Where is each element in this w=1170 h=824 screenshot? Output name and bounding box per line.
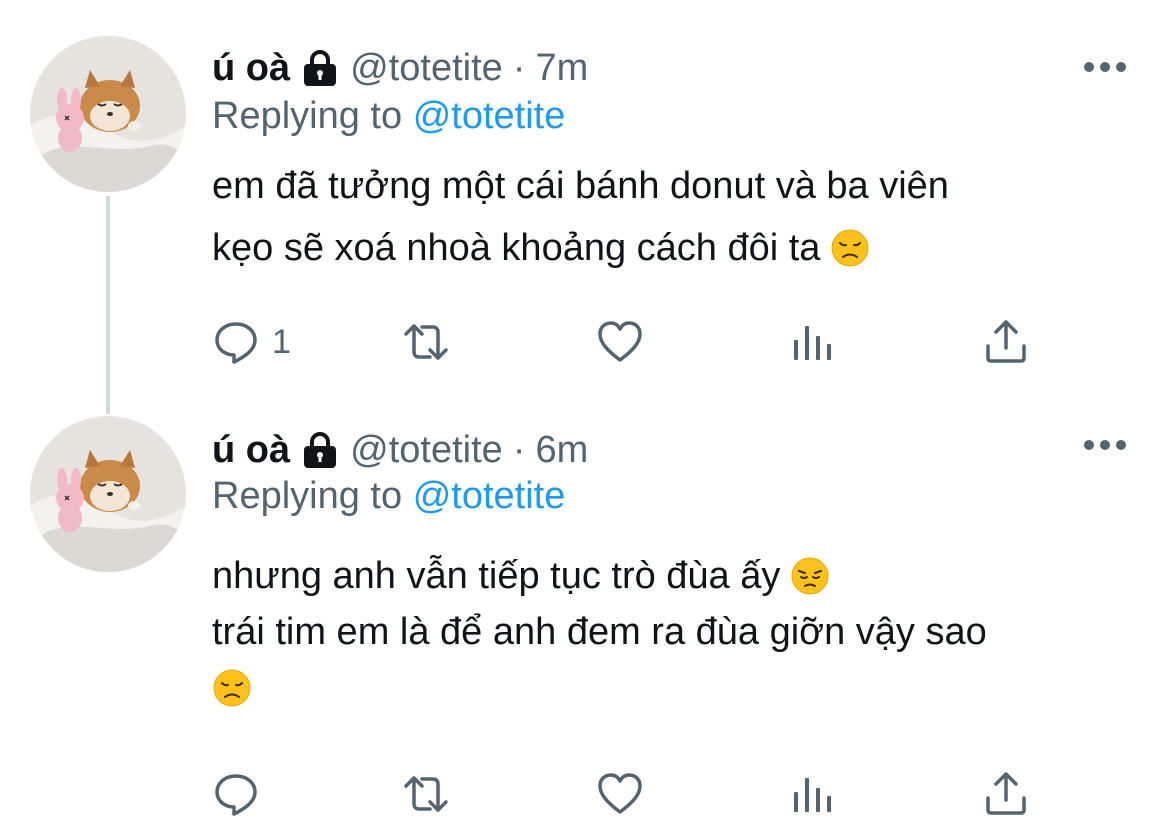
disappointed-face-emoji-icon: [830, 228, 870, 268]
reply-icon: [215, 774, 257, 816]
retweet-button[interactable]: [402, 318, 450, 366]
analytics-button[interactable]: [788, 770, 836, 818]
share-button[interactable]: [982, 770, 1030, 818]
retweet-icon: [404, 324, 448, 360]
replying-mention-link[interactable]: @totetite: [413, 95, 566, 137]
lock-icon: [304, 432, 337, 468]
user-handle[interactable]: @totetite: [350, 429, 503, 472]
heart-icon: [598, 321, 642, 362]
action-bar: 1: [212, 318, 1052, 368]
tweet-text-line: trái tim em là để anh đem ra đùa giỡn vậ…: [212, 611, 987, 653]
analytics-icon: [794, 778, 831, 812]
separator-dot: ·: [512, 46, 526, 89]
tweet-text-line: nhưng anh vẫn tiếp tục trò đùa ấy: [212, 555, 781, 597]
separator-dot: ·: [512, 428, 526, 471]
tweet-header: ú oà @totetite · 7m: [212, 44, 588, 92]
tweet-text-line-with-emoji: kẹo sẽ xoá nhoà khoảng cách đôi ta: [212, 217, 1142, 279]
analytics-button[interactable]: [788, 318, 836, 366]
replying-mention-link[interactable]: @totetite: [413, 475, 566, 517]
avatar[interactable]: [30, 416, 186, 572]
timestamp[interactable]: 7m: [535, 47, 588, 90]
user-handle[interactable]: @totetite: [350, 47, 503, 90]
tweet-text-line: em đã tưởng một cái bánh donut và ba viê…: [212, 165, 949, 207]
avatar-image: [30, 36, 186, 192]
display-name[interactable]: ú oà: [212, 47, 290, 90]
tweet-text-line: kẹo sẽ xoá nhoà khoảng cách đôi ta: [212, 227, 821, 269]
action-bar: [212, 770, 1052, 820]
share-icon: [986, 772, 1026, 815]
reply-icon: [215, 322, 257, 364]
lock-icon: [304, 50, 337, 86]
replying-prefix: Replying to: [212, 475, 403, 517]
tweet-text: nhưng anh vẫn tiếp tục trò đùa ấy trái t…: [212, 548, 1142, 716]
share-button[interactable]: [982, 318, 1030, 366]
pensive-face-emoji-icon: [790, 556, 830, 596]
retweet-button[interactable]: [402, 770, 450, 818]
reply-button[interactable]: 1: [212, 318, 291, 366]
display-name[interactable]: ú oà: [212, 429, 290, 472]
replying-to: Replying to @totetite: [212, 95, 565, 138]
avatar-image: [30, 416, 186, 572]
like-button[interactable]: [596, 770, 644, 818]
tweet-text-line-with-emoji: nhưng anh vẫn tiếp tục trò đùa ấy: [212, 548, 1142, 604]
tweet[interactable]: ú oà @totetite · 6m Replying to @totetit…: [0, 410, 1170, 824]
heart-icon: [598, 773, 642, 814]
reply-count: 1: [272, 322, 291, 361]
share-icon: [986, 320, 1026, 363]
tweet[interactable]: ú oà @totetite · 7m Replying to @totetit…: [0, 0, 1170, 410]
timestamp[interactable]: 6m: [535, 429, 588, 472]
replying-to: Replying to @totetite: [212, 475, 565, 518]
more-icon[interactable]: [1084, 60, 1128, 74]
more-icon[interactable]: [1084, 438, 1128, 452]
tweet-text: em đã tưởng một cái bánh donut và ba viê…: [212, 155, 1142, 279]
disappointed-face-emoji-icon: [212, 668, 252, 708]
like-button[interactable]: [596, 318, 644, 366]
replying-prefix: Replying to: [212, 95, 403, 137]
reply-button[interactable]: [212, 770, 272, 818]
avatar[interactable]: [30, 36, 186, 192]
retweet-icon: [404, 776, 448, 812]
tweet-text-emoji-line: [212, 660, 1142, 716]
tweet-header: ú oà @totetite · 6m: [212, 426, 588, 474]
analytics-icon: [794, 326, 831, 360]
